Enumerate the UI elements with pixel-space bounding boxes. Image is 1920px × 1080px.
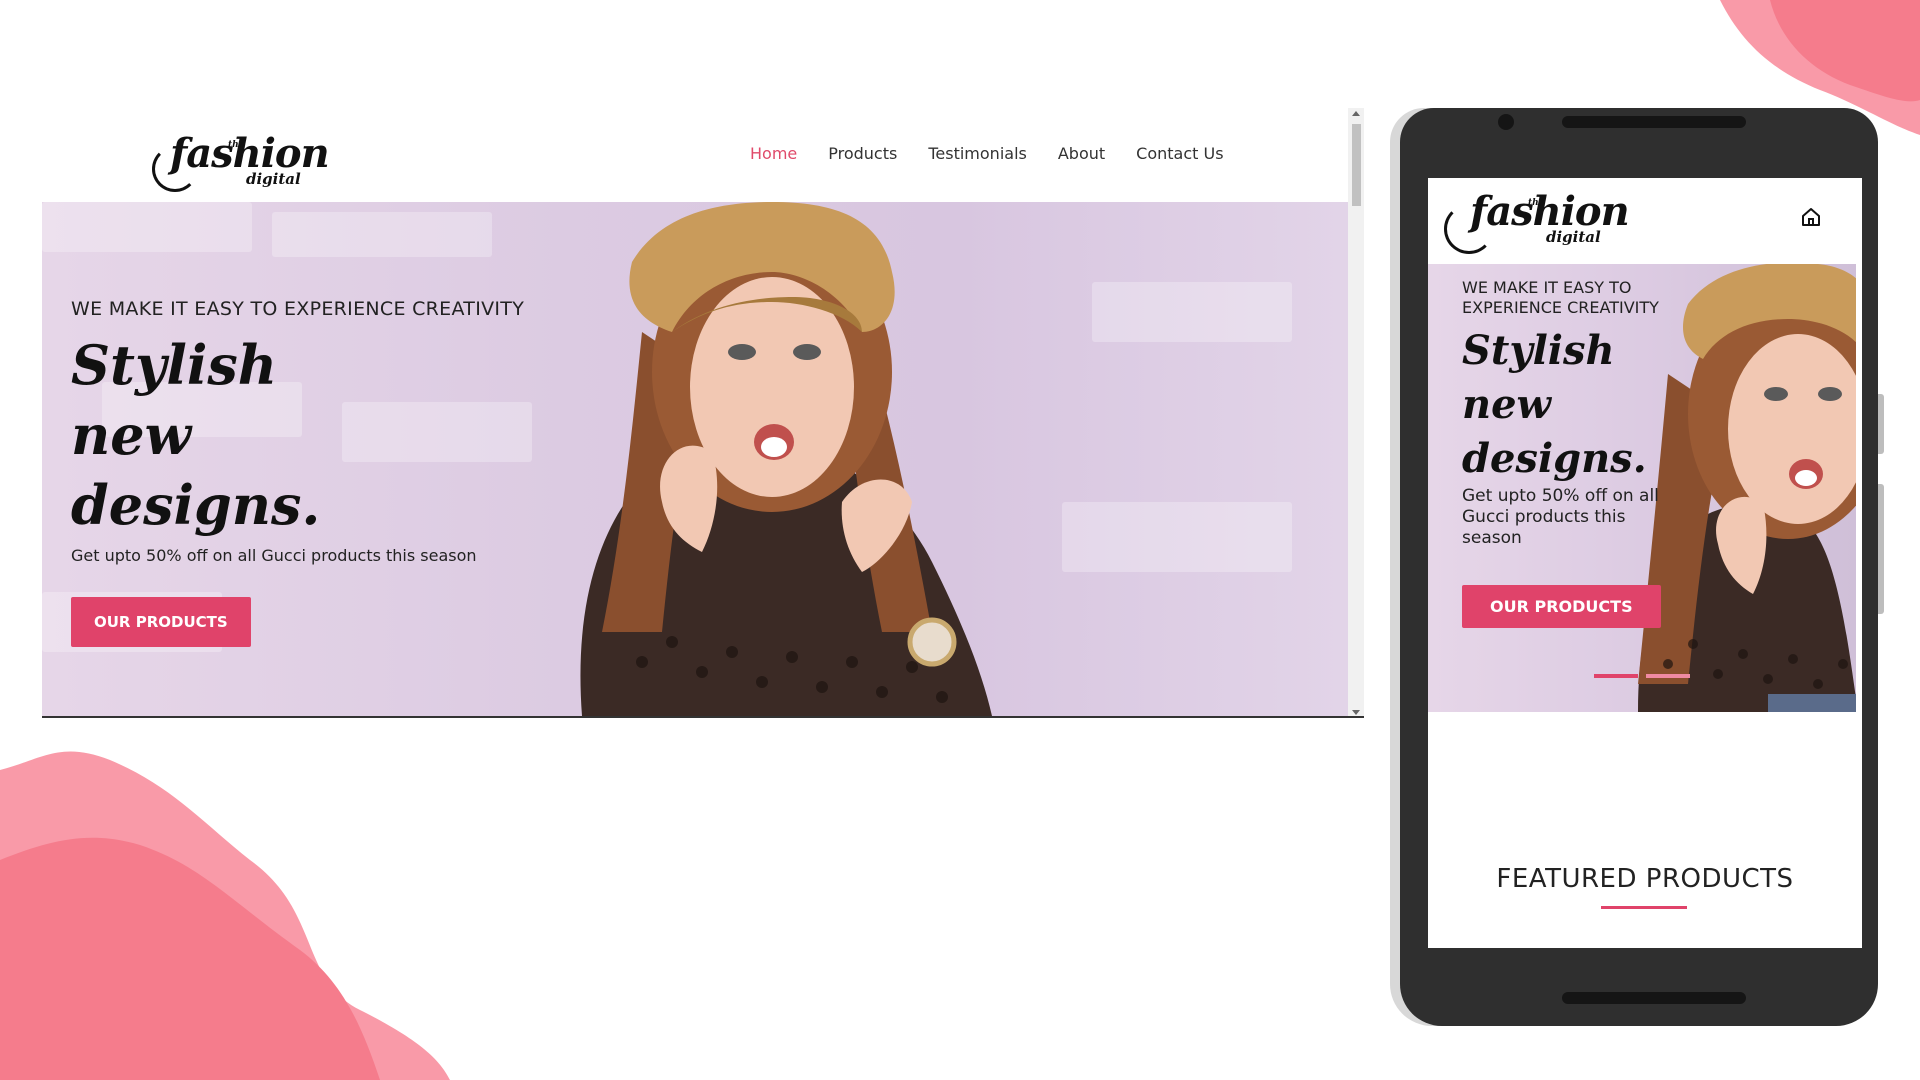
logo-sub: digital [246,170,301,188]
featured-products-underline [1601,906,1687,909]
home-icon[interactable] [1800,206,1822,228]
hero-offer: Get upto 50% off on all Gucci products t… [71,546,477,565]
hero-headline-line: designs. [1462,435,1647,482]
brick-texture [272,212,492,257]
mobile-hero-offer: Get upto 50% off on all Gucci products t… [1462,486,1692,549]
offer-line: season [1462,528,1522,548]
hero-headline: Stylish new designs. [71,330,524,540]
brick-texture [42,202,252,252]
hero-bottom-border [42,716,1364,718]
site-logo[interactable]: fashion the digital [152,126,332,192]
our-products-button[interactable]: OUR PRODUCTS [71,597,251,647]
nav-home[interactable]: Home [750,144,797,163]
desktop-browser-preview: fashion the digital Home Products Testim… [42,108,1364,718]
phone-side-button [1878,394,1884,454]
hero-eyebrow: WE MAKE IT EASY TO EXPERIENCE CREATIVITY [71,298,525,320]
phone-camera [1498,114,1514,130]
page-scrollbar[interactable] [1348,108,1364,718]
mobile-hero-eyebrow: WE MAKE IT EASY TO EXPERIENCE CREATIVITY [1462,278,1692,318]
mobile-hero-text-block: WE MAKE IT EASY TO EXPERIENCE CREATIVITY… [1462,278,1692,628]
mobile-hero-banner: WE MAKE IT EASY TO EXPERIENCE CREATIVITY… [1428,264,1856,712]
main-nav: Home Products Testimonials About Contact… [750,144,1255,163]
scroll-up-arrow-icon[interactable] [1352,111,1360,116]
mobile-screen: fashion the digital WE MAKE IT EASY TO E… [1428,178,1862,948]
logo-the: the [1528,198,1545,208]
eyebrow-line: WE MAKE IT EASY TO [1462,278,1632,297]
offer-line: Get upto 50% off on all [1462,486,1659,506]
phone-side-button [1878,484,1884,614]
hero-headline-line: Stylish [1462,327,1615,374]
carousel-indicator-active[interactable] [1594,674,1638,678]
logo-the: the [228,140,245,150]
carousel-indicator[interactable] [1646,674,1690,678]
nav-contact[interactable]: Contact Us [1136,144,1223,163]
nav-products[interactable]: Products [828,144,897,163]
nav-about[interactable]: About [1058,144,1105,163]
eyebrow-line: EXPERIENCE CREATIVITY [1462,298,1659,317]
hero-headline-line: new [71,403,192,467]
mobile-site-logo[interactable]: fashion the digital [1444,184,1654,254]
decorative-blob-bottom-left [0,751,450,1080]
offer-line: Gucci products this [1462,507,1626,527]
mobile-phone-preview: fashion the digital WE MAKE IT EASY TO E… [1400,108,1884,1026]
phone-speaker [1562,116,1746,128]
nav-testimonials[interactable]: Testimonials [928,144,1027,163]
scroll-down-arrow-icon[interactable] [1352,710,1360,715]
hero-headline-line: new [1462,381,1551,428]
mobile-our-products-button[interactable]: OUR PRODUCTS [1462,585,1661,628]
mobile-hero-headline: Stylish new designs. [1462,324,1692,486]
hero-text-block: WE MAKE IT EASY TO EXPERIENCE CREATIVITY… [71,298,524,647]
scrollbar-thumb[interactable] [1352,124,1361,206]
model-photo [580,202,992,716]
hero-banner: WE MAKE IT EASY TO EXPERIENCE CREATIVITY… [42,202,1348,716]
featured-products-heading: FEATURED PRODUCTS [1496,864,1794,894]
site-header: fashion the digital Home Products Testim… [42,108,1348,202]
phone-home-bar [1562,992,1746,1004]
hero-headline-line: designs. [71,473,321,537]
hero-headline-line: Stylish [71,333,278,397]
logo-sub: digital [1546,228,1601,246]
